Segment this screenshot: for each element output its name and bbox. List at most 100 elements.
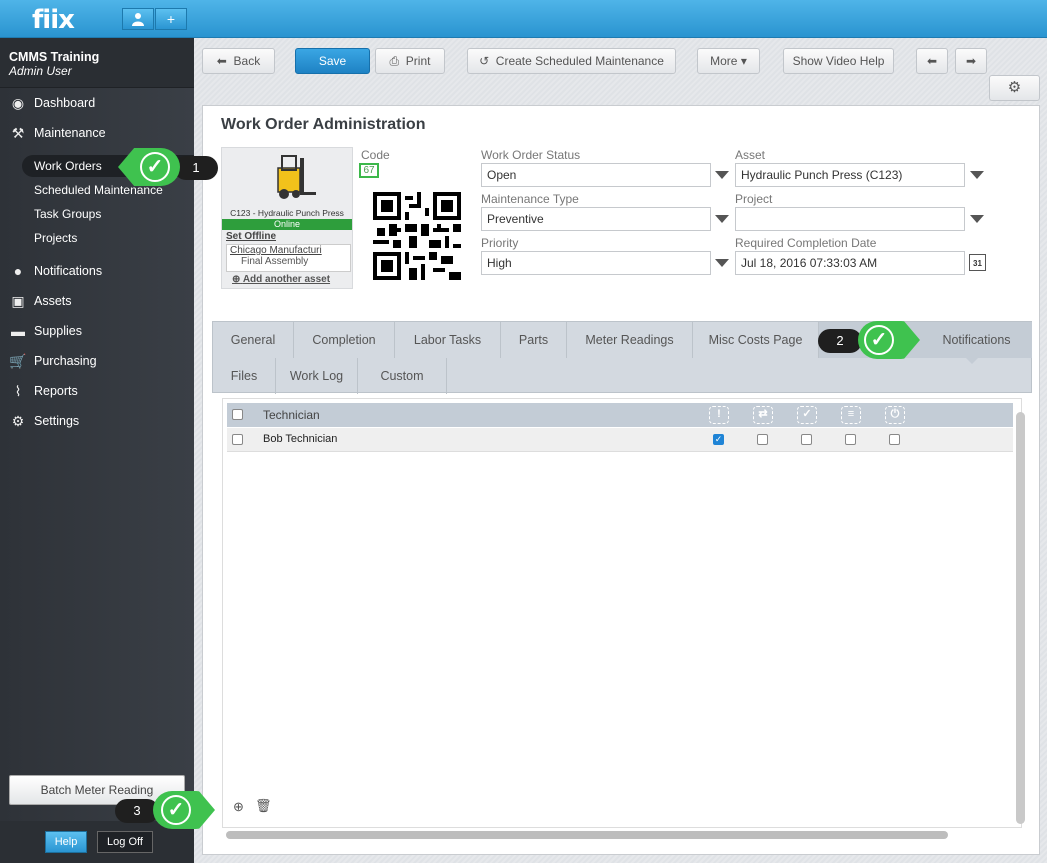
add-row-icon[interactable]: ⊕ (233, 799, 244, 815)
wrench-icon: ⚒ (11, 125, 25, 141)
asset-select[interactable]: Hydraulic Punch Press (C123) (735, 163, 965, 187)
project-label: Project (735, 192, 773, 206)
tab-misc-costs-page[interactable]: Misc Costs Page (693, 322, 819, 358)
required-completion-date-label: Required Completion Date (735, 236, 877, 250)
maintenance-type-dropdown-icon[interactable] (715, 215, 729, 223)
add-icon[interactable]: + (155, 8, 187, 30)
help-button[interactable]: Help (45, 831, 87, 853)
nav-dashboard[interactable]: ◉ Dashboard (0, 90, 194, 116)
box-icon: ▣ (11, 293, 25, 309)
printer-icon: ⎙ (389, 54, 400, 68)
gear-icon[interactable]: ⚙ (989, 75, 1040, 101)
tab-custom[interactable]: Custom (358, 358, 447, 394)
chat-icon: ● (13, 263, 23, 279)
notify-checkbox-2[interactable] (757, 434, 768, 445)
company-name: CMMS Training (9, 50, 100, 64)
asset-card: C123 - Hydraulic Punch Press Online Set … (221, 147, 353, 289)
priority-notify-icon[interactable]: ! (709, 406, 729, 424)
asset-location-list[interactable]: Chicago Manufacturi Final Assembly (226, 244, 351, 272)
timer-icon[interactable]: ⏻ (885, 406, 905, 424)
project-dropdown-icon[interactable] (970, 215, 984, 223)
callout-1: 1 ✓ (110, 148, 220, 186)
nav-projects[interactable]: Projects (22, 227, 194, 249)
nav-purchasing[interactable]: 🛒 Purchasing (0, 348, 194, 374)
tab-completion[interactable]: Completion (294, 322, 395, 358)
priority-select[interactable]: High (481, 251, 711, 275)
vertical-scrollbar[interactable] (1016, 412, 1025, 824)
horizontal-scrollbar[interactable] (226, 831, 948, 839)
tab-files[interactable]: Files (213, 358, 276, 394)
more-button[interactable]: More ▾ (697, 48, 760, 74)
user-name: Admin User (9, 64, 72, 78)
select-all-checkbox[interactable] (232, 409, 243, 420)
priority-dropdown-icon[interactable] (715, 259, 729, 267)
table-row[interactable]: Bob Technician ✓ (227, 428, 1013, 452)
asset-dropdown-icon[interactable] (970, 171, 984, 179)
active-tab-pointer (966, 358, 978, 364)
truck-icon: ▬ (11, 323, 25, 339)
notifications-grid: Technician ! ⇄ ✓ ≡ ⏻ Bob Technician ✓ ⊕ … (222, 398, 1022, 828)
prev-arrow-icon[interactable]: ⬅ (916, 48, 948, 74)
location-item[interactable]: Chicago Manufacturi (227, 245, 350, 256)
grid-header: Technician ! ⇄ ✓ ≡ ⏻ (227, 403, 1013, 427)
forklift-icon (277, 155, 316, 199)
technician-name: Bob Technician (263, 433, 338, 445)
notify-checkbox-4[interactable] (845, 434, 856, 445)
check-icon: ✓ (140, 152, 170, 182)
fiix-logo[interactable]: fiix (32, 5, 75, 35)
nav-assets[interactable]: ▣ Assets (0, 288, 194, 314)
callout-number: 2 (818, 329, 862, 353)
show-video-help-button[interactable]: Show Video Help (783, 48, 894, 74)
callout-number: 3 (115, 799, 159, 823)
asset-name: C123 - Hydraulic Punch Press (230, 208, 344, 218)
back-button[interactable]: ⬅ Back (202, 48, 275, 74)
nav-notifications[interactable]: ● Notifications (0, 258, 194, 284)
check-icon: ✓ (161, 795, 191, 825)
required-completion-date-field[interactable]: Jul 18, 2016 07:33:03 AM (735, 251, 965, 275)
add-another-asset-link[interactable]: ⊕ Add another asset (232, 274, 330, 285)
nav-maintenance[interactable]: ⚒ Maintenance (0, 120, 194, 146)
nav-settings[interactable]: ⚙ Settings (0, 408, 194, 434)
notify-checkbox-5[interactable] (889, 434, 900, 445)
status-dropdown-icon[interactable] (715, 171, 729, 179)
calendar-icon[interactable]: 31 (969, 254, 986, 271)
status-label: Work Order Status (481, 148, 581, 162)
trash-icon[interactable]: 🗑 (255, 798, 272, 814)
print-button[interactable]: ⎙ Print (375, 48, 445, 74)
callout-number: 1 (174, 156, 218, 180)
chart-icon: ⌇ (14, 383, 22, 399)
create-scheduled-maintenance-button[interactable]: ↺ Create Scheduled Maintenance (467, 48, 676, 74)
callout-3: 3 ✓ (115, 791, 227, 829)
account-info: CMMS Training Admin User (0, 38, 194, 88)
check-icon: ✓ (864, 325, 894, 355)
code-value: 67 (359, 163, 379, 178)
add-asset-icon: ⊕ (232, 274, 241, 285)
completed-icon[interactable]: ✓ (797, 406, 817, 424)
maintenance-type-select[interactable]: Preventive (481, 207, 711, 231)
logoff-button[interactable]: Log Off (97, 831, 153, 853)
set-offline-link[interactable]: Set Offline (226, 231, 276, 242)
history-icon: ↺ (479, 54, 490, 68)
nav-task-groups[interactable]: Task Groups (22, 203, 194, 225)
tab-general[interactable]: General (213, 322, 294, 358)
priority-label: Priority (481, 236, 519, 250)
status-select[interactable]: Open (481, 163, 711, 187)
nav-supplies[interactable]: ▬ Supplies (0, 318, 194, 344)
nav-reports[interactable]: ⌇ Reports (0, 378, 194, 404)
tab-parts[interactable]: Parts (501, 322, 567, 358)
notify-checkbox-1[interactable]: ✓ (713, 434, 724, 445)
asset-label: Asset (735, 148, 766, 162)
project-select[interactable] (735, 207, 965, 231)
tab-meter-readings[interactable]: Meter Readings (567, 322, 693, 358)
tab-work-log[interactable]: Work Log (276, 358, 358, 394)
notify-checkbox-3[interactable] (801, 434, 812, 445)
save-button[interactable]: Save (295, 48, 370, 74)
status-change-icon[interactable]: ⇄ (753, 406, 773, 424)
task-list-icon[interactable]: ≡ (841, 406, 861, 424)
dashboard-icon: ◉ (11, 95, 25, 111)
tab-labor-tasks[interactable]: Labor Tasks (395, 322, 501, 358)
next-arrow-icon[interactable]: ➡ (955, 48, 987, 74)
sublocation-item[interactable]: Final Assembly (227, 256, 350, 267)
row-select-checkbox[interactable] (232, 434, 243, 445)
user-icon[interactable] (122, 8, 154, 30)
